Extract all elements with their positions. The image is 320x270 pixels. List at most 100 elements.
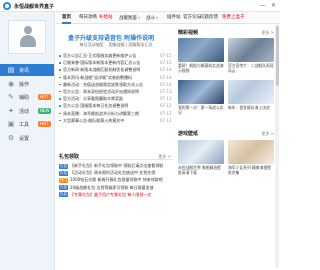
bullet-icon [59,55,61,57]
more-link[interactable]: 更多 > [261,30,274,36]
news-date: 07-14 [160,74,172,80]
thumbnail-card[interactable]: 海军少女系列 精美海报壁纸合集 [228,140,274,175]
wrench-icon: ✎ [8,93,14,101]
gift-icon: ✦ [8,106,14,115]
gift-text[interactable]: 2000钻石兑换 新服开服礼包限量领取中 快来领取吧 [70,177,163,182]
thumbnail-caption[interactable]: 官方宣传片：二战舰队再现风云 [228,63,274,73]
gift-item[interactable]: 礼包 20级战舰礼包 达到等级即可领取 每日限量发放 [59,184,173,191]
gift-item[interactable]: 礼包 【活动礼包】周末限时活动礼包放送中 先到先得 [59,169,173,176]
tab[interactable]: 问题反馈 [200,12,218,24]
sidebar-item[interactable]: ▤ 资讯 [0,64,54,76]
thumbnail-image[interactable] [228,38,274,62]
news-date: 07-11 [160,110,172,116]
tab-label: 补给站 [99,15,113,20]
thumbnail-caption[interactable]: 海军少女系列 精美海报壁纸合集 [228,165,274,175]
thumbnail-image[interactable] [178,38,224,62]
thumbnail-caption[interactable]: 我的第一次：第一场战斗实况 [178,105,224,115]
tab-label: 问题反馈 [200,15,218,20]
news-item[interactable]: 版本资讯·新战舰"巡洋舰"实装前瞻爆料 07-14 [59,74,173,81]
tab[interactable]: 补给站 [99,12,113,24]
tab-label: 战舰图鉴 [119,16,137,21]
thumbnail-card[interactable]: 新年：首发舰队海上决战 [228,80,274,115]
news-title[interactable]: 官方活动：分享截图赢取丰厚奖励 [63,95,153,102]
news-date: 07-13 [160,88,172,94]
app-logo-icon [3,2,11,10]
news-item[interactable]: 官方活动：分享截图赢取丰厚奖励 07-13 [59,95,173,102]
news-item[interactable]: 周末直播：海军舰船战术分析与讲解第三期 07-11 [59,110,173,117]
news-item[interactable]: 最新活动：充值送战舰限定皮肤领取方式公告 07-14 [59,81,173,88]
tab-label: 每日攻略 [79,15,97,20]
news-date: 07-14 [160,67,172,73]
user-avatar[interactable] [8,20,46,54]
thumbnail-caption[interactable]: 新年：首发舰队海上决战 [228,105,274,115]
news-title[interactable]: 最新活动：充值送战舰限定皮肤领取方式公告 [63,81,153,88]
thumbnail-card[interactable]: 重磅！舰船与舰载机实战演示视频 [178,38,224,73]
news-title[interactable]: 版本资讯·新战舰"巡洋舰"实装前瞻爆料 [63,74,153,81]
news-title[interactable]: 周末直播：海军舰船战术分析与讲解第三期 [63,110,153,117]
sidebar-item[interactable]: ✎ 辅助 HOT [0,91,54,103]
minimize-button[interactable]: — [259,2,266,9]
close-button[interactable]: ✕ [270,2,277,9]
thumbnail-image[interactable] [178,80,224,104]
main-content: 盒子升级支持语音包 附操作说明 每日活动抽奖 国服战报 | 国服版本汇总 官方公… [56,24,174,270]
sidebar-item[interactable]: ◉ 操作 [0,78,54,90]
bullet-icon [59,90,61,93]
news-title[interactable]: 官方新闻·新版本战舰匹配机制优化调整说明 [63,66,153,73]
thumbnail-caption[interactable]: 永恒战舰世界 美图精选壁纸高清下载 [178,165,224,175]
news-item[interactable]: 大型赛事公告·舰队联赛火热报名中 07-11 [59,117,173,124]
banner-link[interactable]: 国服战报 | 国服版本汇总 [109,42,153,47]
bullet-icon [59,119,61,122]
tab[interactable]: 每日攻略 [79,12,97,24]
section-title: 礼包领取 [59,154,80,160]
banner-title[interactable]: 盒子升级支持语音包 附操作说明 [68,33,154,42]
gift-text[interactable]: 【新手礼包】新手礼包领取中 领取后请点击查看领取 [70,163,163,168]
tab-label: 战斗 [146,16,155,21]
tab[interactable]: 战斗 ▾ [146,12,158,24]
news-title[interactable]: 大型赛事公告·舰队联赛火热报名中 [63,117,153,124]
banner-link[interactable]: 每日活动抽奖 [80,42,104,47]
thumbnail-card[interactable]: 官方宣传片：二战舰队再现风云 [228,38,274,73]
news-title[interactable]: 官方公告·国服版本每日任务调整说明 [63,102,153,109]
sidebar-item[interactable]: ▣ 工具 HOT [0,118,54,130]
news-item[interactable]: 官方新闻·新版本战舰匹配机制优化调整说明 07-14 [59,66,173,73]
nav-badge: HOT [38,94,51,100]
sidebar-item[interactable]: ✦ 活动 NEW [0,105,54,117]
news-item[interactable]: 官方公告汇总·正式版服务器更新维护公告 07-15 [59,52,173,59]
thumbnail-card[interactable]: 永恒战舰世界 美图精选壁纸高清下载 [178,140,224,175]
gift-text[interactable]: 20级战舰礼包 达到等级即可领取 每日限量发放 [70,185,154,190]
gift-list: 礼包 【新手礼包】新手礼包领取中 领取后请点击查看领取 礼包 【活动礼包】周末限时活动… [59,162,173,198]
news-title[interactable]: 官方公告：周末双倍经验活动开启通知说明 [63,88,153,95]
gift-text[interactable]: 【活动礼包】周末限时活动礼包放送中 先到先得 [70,170,155,175]
more-link[interactable]: 更多 > [261,131,274,137]
tab[interactable]: 战舰图鉴 ▾ [119,12,140,24]
news-item[interactable]: 巨舰来袭·国际版本新版本更新内容汇总公告 07-15 [59,59,173,66]
news-item[interactable]: 官方公告·国服版本每日任务调整说明 07-12 [59,102,173,109]
sidebar-item[interactable]: ⚙ 设置 [0,132,54,144]
thumbnail-card[interactable]: 我的第一次：第一场战斗实况 [178,80,224,115]
thumbnail-image[interactable] [228,140,274,164]
thumbnail-image[interactable] [178,140,224,164]
more-link[interactable]: 更多 > [158,154,171,160]
gift-text[interactable]: 【专属礼包】盒子用户专属礼包 每人限领一次 [70,192,151,197]
sidebar-item-label: 操作 [19,81,30,88]
tab[interactable]: 首页 [62,12,71,24]
news-list: 官方公告汇总·正式版服务器更新维护公告 07-15 巨舰来袭·国际版本新版本更新内容… [59,52,173,124]
title-bar[interactable]: 永恒战舰世界盒子 — ✕ [0,0,280,12]
gift-item[interactable]: 热门 2000钻石兑换 新服开服礼包限量领取中 快来领取吧 [59,176,173,183]
tab-label: 免费上盒子 [222,15,245,20]
news-title[interactable]: 官方公告汇总·正式版服务器更新维护公告 [63,52,153,59]
tab[interactable]: 免费上盒子 [222,12,245,24]
thumbnail-image[interactable] [228,80,274,104]
news-item[interactable]: 官方公告：周末双倍经验活动开启通知说明 07-13 [59,88,173,95]
news-title[interactable]: 巨舰来袭·国际版本新版本更新内容汇总公告 [63,59,153,66]
tab[interactable]: 插件站 [167,12,181,24]
gift-item[interactable]: 礼包 【专属礼包】盒子用户专属礼包 每人限领一次 [59,191,173,198]
tab[interactable]: 官方论坛 [183,12,201,24]
tab-label: 官方论坛 [183,15,201,20]
scroll-thumb[interactable] [275,26,279,86]
gift-item[interactable]: 礼包 【新手礼包】新手礼包领取中 领取后请点击查看领取 [59,162,173,169]
sidebar-item-label: 工具 [19,122,30,128]
thumbnail-caption[interactable]: 重磅！舰船与舰载机实战演示视频 [178,63,224,73]
scrollbar[interactable] [275,24,279,268]
tab-label: 首页 [62,15,71,20]
